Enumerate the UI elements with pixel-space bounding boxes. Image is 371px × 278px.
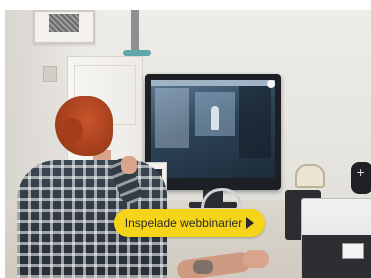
forearm	[175, 250, 253, 278]
hair-bun	[61, 118, 83, 144]
person-at-computer	[5, 10, 371, 278]
play-arrow-icon	[246, 217, 254, 229]
recorded-webinars-button[interactable]: Inspelade webbinarier	[114, 209, 265, 237]
tattoo	[193, 260, 213, 274]
promo-image: +	[5, 10, 371, 278]
hand-at-face	[121, 156, 137, 174]
recorded-webinars-label: Inspelade webbinarier	[124, 216, 243, 230]
hand-on-mouse	[243, 250, 269, 268]
